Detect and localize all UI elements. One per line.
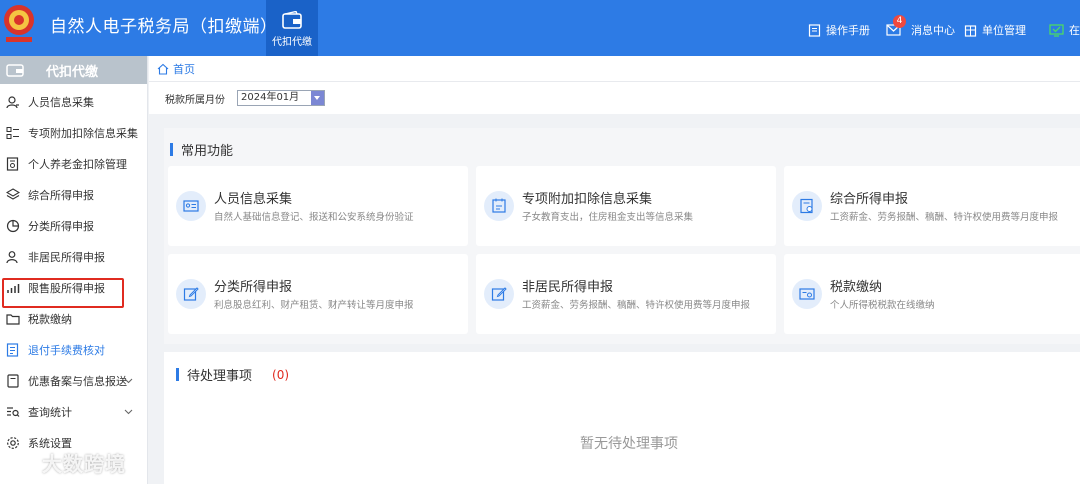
breadcrumb-home-link[interactable]: 首页 bbox=[173, 61, 195, 77]
tax-month-value: 2024年01月 bbox=[241, 92, 300, 103]
query-icon bbox=[7, 407, 20, 417]
card-title: 人员信息采集 bbox=[214, 192, 293, 207]
message-center-label: 消息中心 bbox=[911, 24, 955, 37]
module-tab-label: 代扣代缴 bbox=[272, 36, 312, 48]
chevron-down-icon bbox=[124, 378, 133, 384]
pending-items-panel bbox=[164, 352, 1080, 484]
card-title: 分类所得申报 bbox=[214, 280, 293, 295]
sidebar-title: 代扣代缴 bbox=[46, 64, 99, 80]
edit-icon bbox=[484, 279, 514, 309]
pending-items-title: 待处理事项 (0) bbox=[176, 365, 289, 384]
manual-icon bbox=[808, 23, 821, 37]
tax-emblem-logo bbox=[4, 5, 34, 42]
sidebar-item-tax-payment[interactable]: 税款缴纳 bbox=[0, 304, 147, 334]
watermark: 大数跨境 bbox=[6, 448, 126, 477]
unit-management-label: 单位管理 bbox=[982, 24, 1026, 37]
sidebar-item-query-stats[interactable]: 查询统计 bbox=[0, 397, 147, 427]
pending-count: (0) bbox=[272, 367, 290, 382]
layers-icon bbox=[6, 188, 20, 200]
top-bar: 自然人电子税务局（扣缴端） 代扣代缴 操作手册 4 消息中心 单位管理 在 bbox=[0, 0, 1080, 56]
card-description: 自然人基础信息登记、报送和公安系统身份验证 bbox=[214, 212, 414, 223]
unit-management-button[interactable]: 单位管理 bbox=[964, 22, 1026, 38]
sidebar-item-label: 退付手续费核对 bbox=[28, 344, 105, 357]
message-center-button[interactable]: 4 消息中心 bbox=[886, 15, 955, 38]
sidebar-item-label: 专项附加扣除信息采集 bbox=[28, 127, 138, 140]
watermark-logo-icon bbox=[8, 453, 38, 470]
app-title: 自然人电子税务局（扣缴端） bbox=[50, 17, 278, 37]
message-badge: 4 bbox=[893, 15, 906, 28]
online-button[interactable]: 在 bbox=[1049, 22, 1080, 38]
module-tab-withholding[interactable]: 代扣代缴 bbox=[266, 0, 318, 56]
sidebar: 代扣代缴 人员信息采集 专项附加扣除信息采集 个人养老金扣除管理 综合所得申报 … bbox=[0, 56, 148, 484]
chevron-down-icon bbox=[124, 409, 133, 415]
home-icon bbox=[157, 63, 169, 75]
breadcrumb: 首页 bbox=[149, 56, 1080, 82]
card-description: 工资薪金、劳务报酬、稿酬、特许权使用费等月度申报 bbox=[522, 300, 751, 311]
card-description: 子女教育支出，住房租金支出等信息采集 bbox=[522, 212, 694, 223]
card-personnel-info[interactable]: 人员信息采集 自然人基础信息登记、报送和公安系统身份验证 bbox=[168, 166, 468, 246]
sidebar-item-label: 税款缴纳 bbox=[28, 313, 72, 326]
card-title: 综合所得申报 bbox=[830, 192, 909, 207]
user-icon bbox=[6, 251, 18, 264]
sidebar-item-personnel-info[interactable]: 人员信息采集 bbox=[0, 87, 147, 117]
sidebar-item-nonresident[interactable]: 非居民所得申报 bbox=[0, 242, 147, 272]
id-card-icon bbox=[176, 191, 206, 221]
sidebar-item-label: 综合所得申报 bbox=[28, 189, 94, 202]
common-functions-title-text: 常用功能 bbox=[181, 144, 234, 159]
person-icon bbox=[6, 96, 19, 109]
card-description: 个人所得税税款在线缴纳 bbox=[830, 300, 935, 311]
wallet-icon bbox=[282, 10, 302, 29]
card-description: 工资薪金、劳务报酬、稿酬、特许权使用费等月度申报 bbox=[830, 212, 1059, 223]
tax-month-label: 税款所属月份 bbox=[165, 94, 225, 106]
sidebar-item-label: 查询统计 bbox=[28, 406, 72, 419]
manual-button[interactable]: 操作手册 bbox=[808, 22, 870, 38]
sidebar-item-label: 非居民所得申报 bbox=[28, 251, 105, 264]
wallet-icon bbox=[6, 64, 24, 77]
card-nonresident-income[interactable]: 非居民所得申报 工资薪金、劳务报酬、稿酬、特许权使用费等月度申报 bbox=[476, 254, 776, 334]
doc-check-icon bbox=[6, 343, 19, 357]
doc-icon bbox=[7, 374, 19, 388]
sidebar-item-label: 人员信息采集 bbox=[28, 96, 94, 109]
pending-items-title-text: 待处理事项 bbox=[187, 369, 253, 384]
online-label: 在 bbox=[1069, 24, 1080, 37]
card-special-deduction[interactable]: 专项附加扣除信息采集 子女教育支出，住房租金支出等信息采集 bbox=[476, 166, 776, 246]
sidebar-item-pension[interactable]: 个人养老金扣除管理 bbox=[0, 149, 147, 179]
sidebar-item-comprehensive-income[interactable]: 综合所得申报 bbox=[0, 180, 147, 210]
sidebar-item-classified-income[interactable]: 分类所得申报 bbox=[0, 211, 147, 241]
tax-doc-icon bbox=[484, 191, 514, 221]
sidebar-item-fee-refund-check[interactable]: 退付手续费核对 bbox=[0, 335, 147, 365]
card-title: 非居民所得申报 bbox=[522, 280, 614, 295]
card-description: 利息股息红利、财产租赁、财产转让等月度申报 bbox=[214, 300, 414, 311]
building-icon bbox=[964, 24, 977, 37]
manual-label: 操作手册 bbox=[826, 24, 870, 37]
pension-icon bbox=[6, 157, 19, 171]
watermark-text: 大数跨境 bbox=[42, 452, 126, 476]
sidebar-item-special-deduction[interactable]: 专项附加扣除信息采集 bbox=[0, 118, 147, 148]
highlight-annotation-box bbox=[2, 278, 124, 308]
pie-icon bbox=[6, 219, 20, 233]
payment-icon bbox=[792, 279, 822, 309]
common-functions-title: 常用功能 bbox=[170, 140, 233, 159]
list-icon bbox=[6, 127, 19, 139]
sidebar-header: 代扣代缴 bbox=[0, 56, 147, 84]
card-tax-payment[interactable]: 税款缴纳 个人所得税税款在线缴纳 bbox=[784, 254, 1080, 334]
filter-bar: 税款所属月份 2024年01月 bbox=[149, 82, 1080, 114]
tax-month-select[interactable]: 2024年01月 bbox=[237, 90, 325, 106]
pending-empty-text: 暂无待处理事项 bbox=[580, 436, 678, 452]
card-classified-income[interactable]: 分类所得申报 利息股息红利、财产租赁、财产转让等月度申报 bbox=[168, 254, 468, 334]
online-icon bbox=[1049, 23, 1064, 37]
edit-icon bbox=[176, 279, 206, 309]
card-comprehensive-income[interactable]: 综合所得申报 工资薪金、劳务报酬、稿酬、特许权使用费等月度申报 bbox=[784, 166, 1080, 246]
folder-icon bbox=[6, 314, 20, 325]
dropdown-arrow-icon[interactable] bbox=[311, 91, 324, 105]
card-title: 专项附加扣除信息采集 bbox=[522, 192, 653, 207]
sidebar-item-preferential-filing[interactable]: 优惠备案与信息报送 bbox=[0, 366, 147, 396]
sidebar-item-label: 优惠备案与信息报送 bbox=[28, 375, 127, 388]
sidebar-item-label: 分类所得申报 bbox=[28, 220, 94, 233]
report-icon bbox=[792, 191, 822, 221]
card-title: 税款缴纳 bbox=[830, 280, 883, 295]
sidebar-item-label: 个人养老金扣除管理 bbox=[28, 158, 127, 171]
